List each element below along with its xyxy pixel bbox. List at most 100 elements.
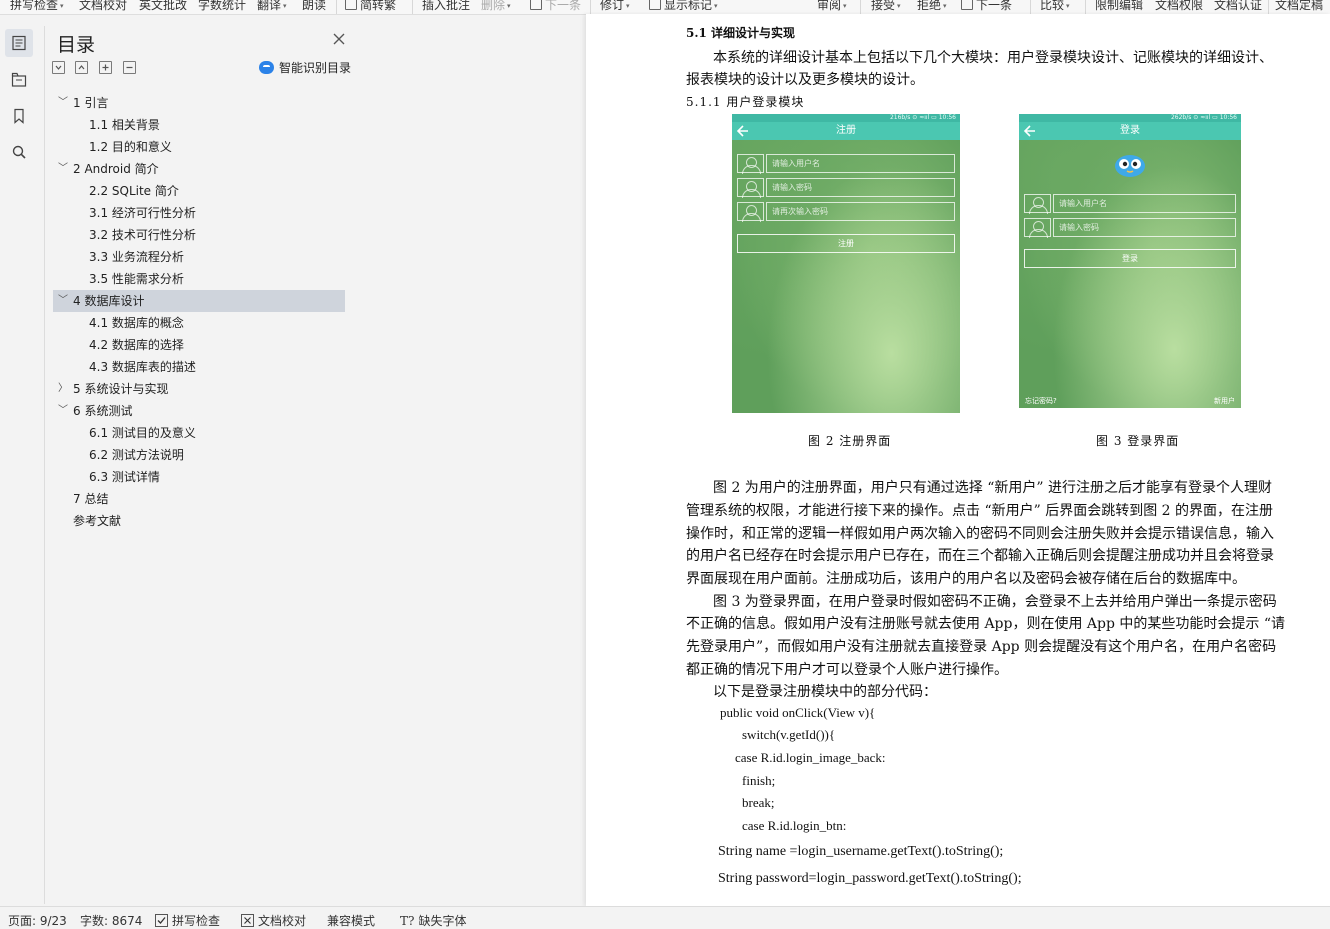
ribbon-separator (1085, 0, 1086, 14)
toc-item[interactable]: 4.3 数据库表的描述 (53, 356, 345, 378)
ribbon-separator (860, 0, 861, 14)
figure-caption: 图 3 登录界面 (1096, 434, 1180, 448)
toc-item[interactable]: 参考文献 (53, 510, 345, 532)
back-arrow-icon (736, 125, 748, 137)
user-icon (1024, 194, 1051, 214)
ribbon-doc-certify[interactable]: 文档认证 (1214, 0, 1262, 13)
ribbon-show-markup[interactable]: 显示标记 ▾ (649, 0, 718, 13)
ribbon-next-change[interactable]: 下一条 (961, 0, 1012, 13)
code-line: case R.id.login_btn: (742, 818, 847, 833)
code-line: String password=login_password.getText()… (718, 871, 1022, 886)
ribbon-translate[interactable]: 翻译 ▾ (257, 0, 287, 13)
ribbon-review[interactable]: 审阅 ▾ (817, 0, 847, 13)
toc-item-label: 6.1 测试目的及意义 (89, 426, 196, 440)
ribbon-restrict-editing[interactable]: 限制编辑 (1095, 0, 1143, 13)
toc-item-label: 3.1 经济可行性分析 (89, 206, 196, 220)
toc-item[interactable]: ﹀ 2 Android 简介 (53, 158, 345, 180)
toc-item[interactable]: 3.3 业务流程分析 (53, 246, 345, 268)
chevron-down-icon[interactable]: ﹀ (57, 400, 69, 422)
toc-item[interactable]: 3.5 性能需求分析 (53, 268, 345, 290)
chevron-down-icon[interactable]: ﹀ (57, 290, 69, 312)
status-bar: 页面: 9/23 字数: 8674 拼写检查 文档校对 兼容模式 T? 缺失字体 (0, 906, 1330, 929)
proofread-icon (241, 914, 254, 927)
expand-all-icon[interactable] (75, 61, 88, 74)
smart-toc-button[interactable]: 智能识别目录 (259, 59, 351, 76)
code-line: String name =login_username.getText().to… (718, 844, 1004, 859)
toc-item[interactable]: 1.2 目的和意义 (53, 136, 345, 158)
mascot-logo-icon (1115, 155, 1145, 177)
ribbon-english-correct[interactable]: 英文批改 (139, 0, 187, 13)
toc-item[interactable]: 6.3 测试详情 (53, 466, 345, 488)
toc-item[interactable]: ﹀ 4 数据库设计 (53, 290, 345, 312)
ribbon-accept[interactable]: 接受 ▾ (871, 0, 901, 13)
toc-item-label: 2 Android 简介 (73, 162, 159, 176)
toc-item[interactable]: 2.2 SQLite 简介 (53, 180, 345, 202)
code-line: switch(v.getId()){ (742, 727, 836, 742)
body-line: 图 3 为登录界面，在用户登录时假如密码不正确，会登录不上去并给用户弹出一条提示… (713, 594, 1277, 610)
toc-item[interactable]: 6.2 测试方法说明 (53, 444, 345, 466)
toc-item[interactable]: ﹀ 1 引言 (53, 92, 345, 114)
ribbon-separator (590, 0, 591, 14)
toc-list: ﹀ 1 引言 1.1 相关背景 1.2 目的和意义 ﹀ 2 Android 简介 2.2 S… (53, 92, 345, 532)
bookmark-icon[interactable] (5, 102, 33, 130)
ribbon-insert-comment[interactable]: 插入批注 (422, 0, 470, 13)
toc-item[interactable]: 4.2 数据库的选择 (53, 334, 345, 356)
username-placeholder: 请输入用户名 (1059, 199, 1107, 208)
toc-icon[interactable] (5, 29, 33, 57)
add-heading-icon[interactable] (99, 61, 112, 74)
word-count[interactable]: 字数: 8674 (80, 912, 142, 929)
code-line: break; (742, 795, 775, 810)
code-line: public void onClick(View v){ (720, 705, 876, 720)
ribbon-doc-permissions[interactable]: 文档权限 (1155, 0, 1203, 13)
collapse-all-icon[interactable] (52, 61, 65, 74)
ribbon-word-count[interactable]: 字数统计 (198, 0, 246, 13)
body-line: 的用户名已经存在时会提示用户已存在，而在三个都输入正确后则会提醒注册成功并且会将… (686, 548, 1274, 564)
chevron-down-icon[interactable]: ﹀ (57, 158, 69, 180)
toc-item[interactable]: 4.1 数据库的概念 (53, 312, 345, 334)
ribbon-spellcheck[interactable]: 拼写检查 ▾ (10, 0, 64, 13)
toc-title: 目录 (57, 34, 96, 56)
workspace-background (355, 26, 585, 906)
toc-item[interactable]: 6.1 测试目的及意义 (53, 422, 345, 444)
ribbon-separator (1030, 0, 1031, 14)
toc-item-label: 1.2 目的和意义 (89, 140, 172, 154)
ribbon-simp-to-trad[interactable]: 简转繁 (345, 0, 396, 13)
close-icon[interactable] (332, 32, 346, 46)
ribbon-separator (412, 0, 413, 14)
compat-mode[interactable]: 兼容模式 (327, 912, 375, 929)
ribbon-track-changes[interactable]: 修订 ▾ (600, 0, 630, 13)
chevron-right-icon[interactable]: 〉 (57, 378, 69, 400)
check-icon (155, 914, 168, 927)
page-indicator[interactable]: 页面: 9/23 (8, 912, 67, 929)
ribbon-reject[interactable]: 拒绝 ▾ (917, 0, 947, 13)
toc-item[interactable]: 7 总结 (53, 488, 345, 510)
password-placeholder: 请输入密码 (1059, 223, 1099, 232)
toc-item-label: 4.3 数据库表的描述 (89, 360, 196, 374)
ribbon-compare[interactable]: 比较 ▾ (1040, 0, 1070, 13)
lock-icon (737, 202, 764, 222)
ribbon-read-aloud[interactable]: 朗读 (302, 0, 326, 13)
missing-fonts[interactable]: T? 缺失字体 (400, 912, 466, 929)
toc-item[interactable]: 3.1 经济可行性分析 (53, 202, 345, 224)
login-screenshot: 262b/s ⊙ ≈ııl ▭ 10:56 登录 请输入用户名 请输入密码 登录… (1019, 114, 1241, 408)
toc-item-label: 6.3 测试详情 (89, 470, 160, 484)
spell-check-toggle[interactable]: 拼写检查 (155, 912, 220, 929)
navigation-icon[interactable] (5, 66, 33, 94)
toc-item-label: 5 系统设计与实现 (73, 382, 169, 396)
toc-item-label: 2.2 SQLite 简介 (89, 184, 179, 198)
toc-item[interactable]: 1.1 相关背景 (53, 114, 345, 136)
ribbon-proofread[interactable]: 文档校对 (79, 0, 127, 13)
toc-item[interactable]: 3.2 技术可行性分析 (53, 224, 345, 246)
ribbon-delete[interactable]: 删除 ▾ (481, 0, 511, 13)
phone-title: 登录 (1019, 122, 1241, 140)
toc-item[interactable]: ﹀ 6 系统测试 (53, 400, 345, 422)
toc-item[interactable]: 〉 5 系统设计与实现 (53, 378, 345, 400)
toc-item-label: 3.5 性能需求分析 (89, 272, 184, 286)
search-icon[interactable] (5, 138, 33, 166)
proofread-toggle[interactable]: 文档校对 (241, 912, 306, 929)
ribbon-doc-finalize[interactable]: 文档定稿 (1275, 0, 1323, 13)
remove-heading-icon[interactable] (123, 61, 136, 74)
ribbon-next-comment[interactable]: 下一条 (530, 0, 581, 13)
chevron-down-icon[interactable]: ﹀ (57, 92, 69, 114)
code-line: finish; (742, 773, 776, 788)
